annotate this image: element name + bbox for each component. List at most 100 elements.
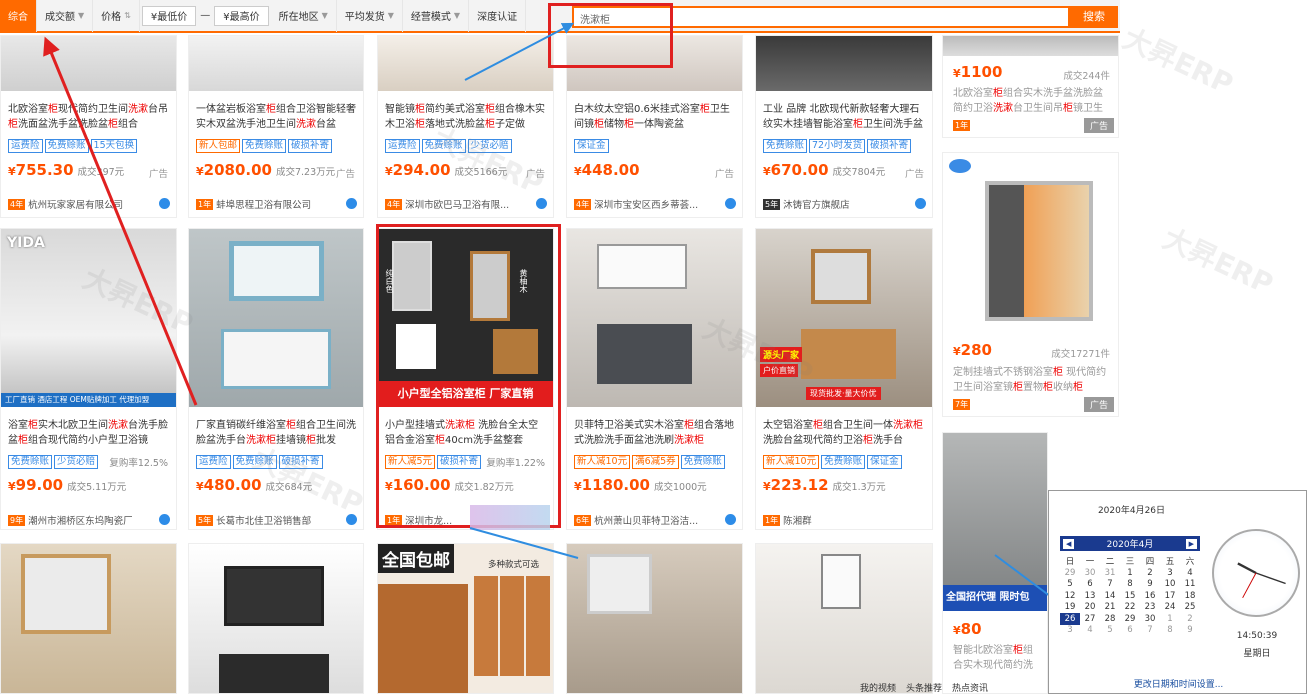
calendar-day[interactable]: 10	[1160, 579, 1180, 591]
calendar-day[interactable]: 12	[1060, 590, 1080, 602]
chat-icon[interactable]	[159, 198, 170, 209]
min-price-input[interactable]: ¥最低价	[141, 5, 197, 26]
sort-price[interactable]: 价格 ⇅	[93, 0, 140, 32]
calendar-day[interactable]: 7	[1140, 625, 1160, 637]
taskbar-link[interactable]: 头条推荐	[906, 681, 942, 694]
calendar-day[interactable]: 14	[1100, 590, 1120, 602]
chat-icon[interactable]	[725, 198, 736, 209]
calendar-day[interactable]: 7	[1100, 579, 1120, 591]
filter-region[interactable]: 所在地区 ▼	[271, 0, 337, 32]
product-title[interactable]: 一体盆岩板浴室柜组合卫浴智能轻奢实木双盆洗手池卫生间洗漱台盆	[196, 102, 357, 132]
shop-link[interactable]: 5年 沐铸官方旗舰店	[763, 197, 926, 211]
product-title[interactable]: 贝菲特卫浴美式实木浴室柜组合落地式洗脸洗手面盆池洗刷洗漱柜	[574, 418, 736, 448]
calendar-day[interactable]: 5	[1100, 625, 1120, 637]
calendar-day[interactable]: 6	[1120, 625, 1140, 637]
product-title[interactable]: 工业 品牌 北欧现代新款轻奢大理石纹实木挂墙智能浴室柜卫生间洗手盆	[763, 102, 926, 132]
calendar-day[interactable]: 9	[1180, 625, 1200, 637]
product-image[interactable]	[378, 36, 553, 91]
prev-month-icon[interactable]: ◀	[1063, 538, 1075, 549]
shop-link[interactable]: 4年 深圳市欧巴马卫浴有限...	[385, 197, 547, 211]
calendar-day[interactable]: 13	[1080, 590, 1100, 602]
chat-icon[interactable]	[536, 198, 547, 209]
taskbar-link[interactable]: 热点资讯	[952, 681, 988, 694]
product-title[interactable]: 太空铝浴室柜组合卫生间一体洗漱柜洗脸台盆现代简约卫浴柜洗手台	[763, 418, 926, 448]
calendar-day[interactable]: 28	[1100, 613, 1120, 625]
calendar-day[interactable]: 30	[1140, 613, 1160, 625]
calendar-day[interactable]: 1	[1120, 567, 1140, 579]
shop-link[interactable]: 6年 杭州萧山贝菲特卫浴洁...	[574, 513, 736, 527]
product-card[interactable]: 北欧浴室柜现代简约卫生间洗漱台吊柜洗面盆洗手盆洗脸盆柜组合 运费险 免费赊账 15天…	[0, 35, 177, 218]
calendar-day[interactable]: 20	[1080, 602, 1100, 614]
product-image[interactable]	[378, 584, 468, 693]
product-image[interactable]	[943, 153, 1118, 333]
taskbar-link[interactable]: 我的视频	[860, 681, 896, 694]
shop-link[interactable]: 1年 蚌埠思程卫浴有限公司	[196, 197, 357, 211]
calendar-day[interactable]: 2	[1180, 613, 1200, 625]
calendar-day[interactable]: 24	[1160, 602, 1180, 614]
calendar-day[interactable]: 31	[1100, 567, 1120, 579]
shop-link[interactable]: 4年 深圳市宝安区西乡蒂荟...	[574, 197, 736, 211]
next-month-icon[interactable]: ▶	[1185, 538, 1197, 549]
product-title[interactable]: 智能北欧浴室柜组合实木现代简约洗手盆洗脸盆柜卫生间洗漱台	[953, 643, 1041, 673]
calendar-day[interactable]: 1	[1160, 613, 1180, 625]
calendar-day[interactable]: 27	[1080, 613, 1100, 625]
filter-shipping[interactable]: 平均发货 ▼	[337, 0, 403, 32]
filter-business-mode[interactable]: 经营模式 ▼	[403, 0, 470, 32]
chat-icon[interactable]	[159, 514, 170, 525]
calendar-day[interactable]: 3	[1060, 625, 1080, 637]
product-image[interactable]	[224, 566, 324, 626]
calendar-day[interactable]: 26	[1060, 613, 1080, 625]
product-card[interactable]	[755, 543, 933, 694]
calendar-day[interactable]: 15	[1120, 590, 1140, 602]
calendar-day[interactable]: 29	[1060, 567, 1080, 579]
side-ad-card[interactable]: ¥1100 成交244件 北欧浴室柜组合实木洗手盆洗脸盆简约卫浴洗漱台卫生间吊柜…	[942, 35, 1119, 138]
search-button[interactable]: 搜索	[1070, 6, 1118, 28]
sort-volume[interactable]: 成交额 ▼	[37, 0, 94, 32]
calendar-day[interactable]: 30	[1080, 567, 1100, 579]
chat-icon[interactable]	[725, 514, 736, 525]
calendar-day[interactable]: 18	[1180, 590, 1200, 602]
chat-icon[interactable]	[346, 198, 357, 209]
calendar-day[interactable]: 3	[1160, 567, 1180, 579]
calendar-day[interactable]: 22	[1120, 602, 1140, 614]
product-title[interactable]: 北欧浴室柜现代简约卫生间洗漱台吊柜洗面盆洗手盆洗脸盆柜组合	[8, 102, 170, 132]
calendar-day[interactable]: 4	[1080, 625, 1100, 637]
side-ad-card[interactable]: 全国招代理 限时包 ¥80 智能北欧浴室柜组合实木现代简约洗手盆洗脸盆柜卫生间洗…	[942, 432, 1048, 694]
product-image[interactable]	[1, 36, 176, 91]
filter-certification[interactable]: 深度认证	[469, 0, 527, 32]
calendar-day[interactable]: 5	[1060, 579, 1080, 591]
calendar-day[interactable]: 21	[1100, 602, 1120, 614]
calendar-day[interactable]: 16	[1140, 590, 1160, 602]
product-title[interactable]: 定制挂墙式不锈钢浴室柜 现代简约卫生间浴室镜柜置物柜收纳柜	[953, 365, 1112, 395]
product-image[interactable]: 全国招代理 限时包	[943, 433, 1047, 611]
shop-link[interactable]: 4年 杭州玩家家居有限公司	[8, 197, 170, 211]
product-image[interactable]	[943, 36, 1118, 56]
product-image[interactable]	[587, 554, 652, 614]
product-card[interactable]: 全国包邮 多种款式可选	[377, 543, 554, 694]
calendar-day[interactable]: 4	[1180, 567, 1200, 579]
product-title[interactable]: 北欧浴室柜组合实木洗手盆洗脸盆简约卫浴洗漱台卫生间吊柜镜卫生间	[953, 86, 1112, 116]
product-title[interactable]: 浴室柜实木北欧卫生间洗漱台洗手脸盆柜组合现代简约小户型卫浴镜	[8, 418, 170, 448]
sort-comprehensive[interactable]: 综合	[0, 0, 37, 32]
calendar-day[interactable]: 29	[1120, 613, 1140, 625]
product-card[interactable]	[188, 543, 364, 694]
product-card[interactable]: 工业 品牌 北欧现代新款轻奢大理石纹实木挂墙智能浴室柜卫生间洗手盆 免费赊账 72…	[755, 35, 933, 218]
change-datetime-link[interactable]: 更改日期和时间设置...	[1049, 677, 1307, 690]
product-image[interactable]	[821, 554, 861, 609]
calendar-day[interactable]: 11	[1180, 579, 1200, 591]
shop-link[interactable]: 5年 长葛市北佳卫浴销售部	[196, 513, 357, 527]
calendar-day[interactable]: 6	[1080, 579, 1100, 591]
product-image[interactable]	[189, 36, 363, 91]
product-card[interactable]	[566, 543, 743, 694]
product-title[interactable]: 白木纹太空铝0.6米挂式浴室柜卫生间镜柜储物柜一体陶瓷盆	[574, 102, 736, 132]
product-image[interactable]	[756, 36, 932, 91]
chat-icon[interactable]	[915, 198, 926, 209]
product-card[interactable]: 贝菲特卫浴美式实木浴室柜组合落地式洗脸洗手面盆池洗刷洗漱柜 新人减10元 满6减5…	[566, 228, 743, 530]
calendar-day[interactable]: 23	[1140, 602, 1160, 614]
calendar-day[interactable]: 2	[1140, 567, 1160, 579]
shop-link[interactable]: 1年 陈湘群	[763, 513, 926, 527]
shop-link[interactable]: 9年 潮州市湘桥区东坞陶瓷厂	[8, 513, 170, 527]
calendar-day[interactable]: 25	[1180, 602, 1200, 614]
calendar-day[interactable]: 8	[1160, 625, 1180, 637]
calendar-day[interactable]: 19	[1060, 602, 1080, 614]
